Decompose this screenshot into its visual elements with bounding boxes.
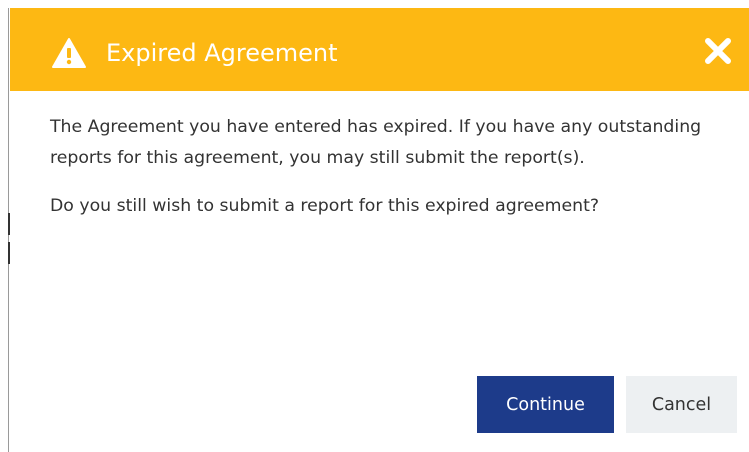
close-icon[interactable] <box>701 34 735 68</box>
cancel-button[interactable]: Cancel <box>626 376 737 433</box>
confirmation-question: Do you still wish to submit a report for… <box>50 196 600 216</box>
expired-agreement-message: The Agreement you have entered has expir… <box>50 117 702 168</box>
expired-agreement-dialog: Expired Agreement The Agreement you have… <box>10 8 749 452</box>
warning-icon <box>52 38 86 68</box>
dialog-message: The Agreement you have entered has expir… <box>50 112 710 222</box>
dialog-header: Expired Agreement <box>10 8 749 91</box>
continue-button[interactable]: Continue <box>477 376 614 433</box>
background-page-edge <box>0 8 10 452</box>
dialog-title: Expired Agreement <box>106 39 338 67</box>
page: Expired Agreement The Agreement you have… <box>0 0 749 452</box>
page-top-edge <box>0 0 749 8</box>
